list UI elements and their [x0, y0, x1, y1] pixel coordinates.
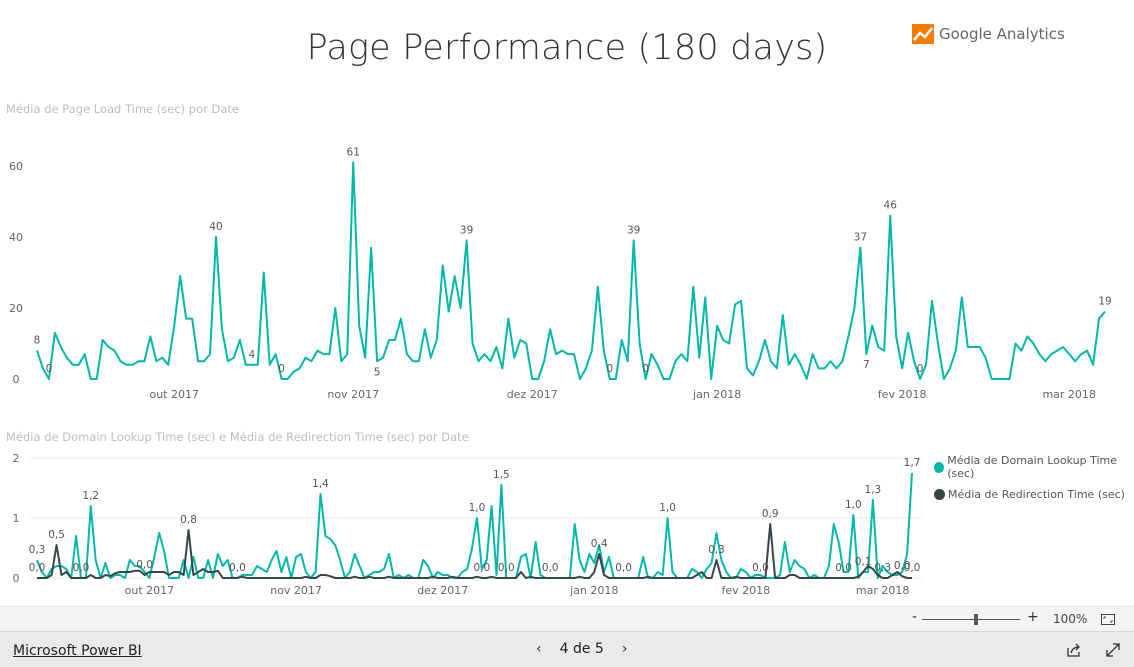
previous-page-icon[interactable]: ‹ — [536, 641, 542, 657]
data-label: 0,3 — [708, 544, 725, 556]
data-label: 1,3 — [865, 484, 882, 496]
data-label: 0,5 — [48, 529, 65, 541]
x-tick-label: nov 2017 — [327, 388, 379, 401]
data-label: 5 — [374, 366, 381, 378]
data-label: 37 — [854, 232, 867, 244]
data-label: 0,3 — [874, 562, 891, 574]
power-bi-link[interactable]: Microsoft Power BI — [13, 643, 142, 659]
share-icon[interactable] — [1066, 642, 1082, 658]
data-label: 0 — [606, 363, 613, 375]
data-label: 0 — [917, 363, 924, 375]
data-label: 8 — [34, 335, 41, 347]
y-tick-label: 20 — [9, 302, 23, 315]
data-label: 7 — [863, 359, 870, 371]
data-label: 1,7 — [904, 457, 921, 469]
zoom-level: 100% — [1053, 612, 1088, 626]
data-label: 0,0 — [542, 562, 559, 574]
y-tick-label: 2 — [13, 452, 20, 465]
legend-label: Média de Redirection Time (sec) — [948, 488, 1125, 501]
data-label: 0,0 — [498, 562, 515, 574]
data-label: 39 — [460, 225, 473, 237]
y-tick-label: 0 — [13, 572, 20, 585]
zoom-out-button[interactable]: - — [912, 609, 917, 625]
x-tick-label: fev 2018 — [721, 584, 770, 597]
data-label: 19 — [1098, 296, 1111, 308]
data-label: 0 — [642, 363, 649, 375]
x-tick-label: jan 2018 — [692, 388, 741, 401]
y-tick-label: 0 — [13, 373, 20, 386]
x-tick-label: mar 2018 — [856, 584, 909, 597]
data-label: 0 — [46, 363, 53, 375]
data-label: 1,0 — [469, 502, 486, 514]
legend-dot — [934, 461, 945, 473]
data-label: 0,8 — [180, 514, 197, 526]
data-label: 39 — [627, 225, 640, 237]
page-navigator: ‹ 4 de 5 › — [536, 641, 627, 657]
data-label: 61 — [347, 146, 360, 158]
y-tick-label: 1 — [13, 512, 20, 525]
data-label: 0,0 — [229, 562, 246, 574]
legend-dot — [934, 489, 945, 500]
data-label: 0,0 — [752, 562, 769, 574]
x-tick-label: dez 2017 — [417, 584, 468, 597]
fit-to-page-icon[interactable] — [1101, 614, 1115, 625]
zoom-slider[interactable] — [922, 614, 1020, 625]
data-label: 0,0 — [473, 562, 490, 574]
x-tick-label: out 2017 — [149, 388, 199, 401]
data-label: 1,2 — [82, 490, 99, 502]
legend-item-domain-lookup[interactable]: Média de Domain Lookup Time (sec) — [934, 454, 1134, 480]
data-label: 0,0 — [615, 562, 632, 574]
x-tick-label: dez 2017 — [507, 388, 558, 401]
data-label: 0,1 — [855, 556, 872, 568]
data-label: 1,4 — [312, 478, 329, 490]
page-indicator: 4 de 5 — [559, 641, 604, 657]
fullscreen-icon[interactable] — [1105, 642, 1121, 658]
data-label: 1,0 — [659, 502, 676, 514]
data-label: 0,9 — [762, 508, 779, 520]
y-tick-label: 40 — [9, 231, 23, 244]
data-label: 40 — [209, 221, 222, 233]
legend-item-redirection[interactable]: Média de Redirection Time (sec) — [934, 488, 1134, 501]
x-tick-label: nov 2017 — [270, 584, 322, 597]
x-tick-label: fev 2018 — [878, 388, 927, 401]
data-label: 0,0 — [29, 562, 46, 574]
zoom-bar: - + 100% — [0, 606, 1134, 631]
next-page-icon[interactable]: › — [622, 641, 628, 657]
zoom-in-button[interactable]: + — [1027, 609, 1039, 625]
x-tick-label: mar 2018 — [1042, 388, 1095, 401]
data-label: 46 — [884, 200, 898, 212]
x-tick-label: jan 2018 — [569, 584, 618, 597]
zoom-slider-thumb[interactable] — [973, 614, 978, 625]
data-label: 1,0 — [845, 499, 862, 511]
data-label: 0,4 — [591, 538, 608, 550]
data-label: 0,0 — [73, 562, 90, 574]
data-label: 0,0 — [904, 562, 921, 574]
data-label: 0 — [278, 363, 285, 375]
data-label: 4 — [248, 349, 255, 361]
data-label: 1,5 — [493, 469, 510, 481]
data-label: 0,0 — [136, 559, 153, 571]
data-label: 0,0 — [835, 562, 852, 574]
y-tick-label: 60 — [9, 160, 23, 173]
bottom-bar: Microsoft Power BI ‹ 4 de 5 › — [0, 631, 1134, 667]
x-tick-label: out 2017 — [125, 584, 175, 597]
charts-canvas: 0204060out 2017 nov 2017 dez 2017 jan 2018 f… — [9, 146, 1112, 597]
chart2-legend: Média de Domain Lookup Time (sec) Média … — [934, 454, 1134, 509]
data-label: 0,3 — [29, 544, 46, 556]
legend-label: Média de Domain Lookup Time (sec) — [947, 454, 1118, 480]
series-line-1 — [36, 161, 1106, 380]
